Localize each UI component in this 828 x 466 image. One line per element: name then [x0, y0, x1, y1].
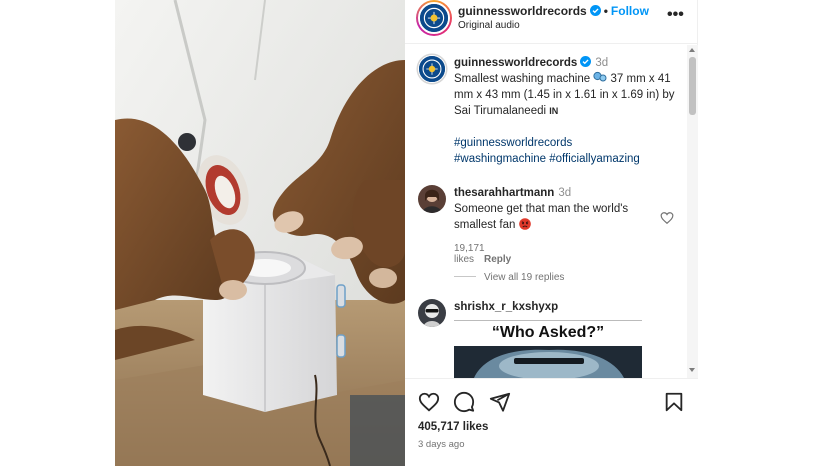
separator-dot: •: [603, 4, 608, 18]
header-username[interactable]: guinnessworldrecords: [458, 4, 587, 18]
video-frame-image: [115, 0, 405, 466]
scrollbar-thumb[interactable]: [689, 57, 696, 115]
post-timestamp[interactable]: 3 days ago: [418, 439, 464, 450]
story-ring[interactable]: [416, 0, 452, 36]
comment-text: shrishx_r_kxshyxp: [454, 299, 649, 315]
follow-button[interactable]: Follow: [611, 4, 649, 18]
comment-like-heart-icon[interactable]: [660, 211, 674, 225]
scroll-down-icon[interactable]: [689, 368, 695, 372]
verified-badge-icon: [580, 56, 592, 67]
audio-label[interactable]: Original audio: [458, 20, 520, 31]
caption-body-start: Smallest washing machine: [454, 73, 594, 85]
commenter-photo: [418, 299, 446, 327]
hashtag-line-2[interactable]: #washingmachine #officiallyamazing: [454, 153, 640, 165]
meme-caption: “Who Asked?”: [491, 324, 605, 341]
post-side-panel: guinnessworldrecords • Follow Original aud…: [405, 0, 698, 466]
hashtag-line-1[interactable]: #guinnessworldrecords: [454, 137, 572, 149]
header-username-row: guinnessworldrecords • Follow: [458, 4, 649, 18]
comment-meta: 19,171 likes Reply: [454, 243, 521, 265]
comment-text: thesarahhartmann 3d Someone get that man …: [454, 185, 649, 233]
post-actions: 405,717 likes 3 days ago: [405, 378, 698, 466]
more-options-icon[interactable]: •••: [667, 6, 684, 24]
comment-likes[interactable]: 19,171 likes: [454, 243, 485, 265]
comments-list[interactable]: guinnessworldrecords 3d Smallest washing …: [405, 45, 687, 378]
bubbles-emoji-icon: [593, 71, 607, 82]
comment-bubble-icon[interactable]: [453, 391, 475, 413]
comment-meme-image[interactable]: “Who Asked?”: [454, 318, 642, 378]
angry-emoji-icon: [518, 218, 531, 230]
meme-top-border: [454, 320, 642, 321]
replies-divider-line: [454, 276, 476, 277]
comments-scrollbar[interactable]: [687, 45, 698, 378]
guinness-logo-icon: [420, 4, 448, 32]
view-replies[interactable]: View all 19 replies: [454, 272, 564, 283]
view-replies-label[interactable]: View all 19 replies: [484, 272, 564, 283]
post-likes-count[interactable]: 405,717 likes: [418, 421, 488, 433]
meme-picture: [454, 346, 642, 378]
commenter-username[interactable]: thesarahhartmann: [454, 187, 554, 199]
scroll-up-icon[interactable]: [689, 48, 695, 52]
commenter-avatar[interactable]: [418, 299, 446, 327]
instagram-post-page: guinnessworldrecords • Follow Original aud…: [0, 0, 828, 466]
commenter-avatar[interactable]: [418, 185, 446, 213]
guinness-logo-icon: [419, 56, 445, 82]
caption-text: guinnessworldrecords 3d Smallest washing …: [454, 55, 684, 167]
share-paper-plane-icon[interactable]: [489, 391, 511, 413]
caption-time[interactable]: 3d: [595, 57, 608, 69]
save-bookmark-icon[interactable]: [663, 391, 685, 413]
author-avatar[interactable]: [418, 2, 450, 34]
india-flag-icon: IN: [549, 106, 559, 116]
verified-badge-icon: [589, 5, 601, 16]
caption-username[interactable]: guinnessworldrecords: [454, 57, 577, 69]
post-header: guinnessworldrecords • Follow Original aud…: [405, 0, 698, 44]
commenter-username[interactable]: shrishx_r_kxshyxp: [454, 301, 558, 313]
reply-button[interactable]: Reply: [484, 254, 511, 265]
caption-avatar[interactable]: [418, 55, 446, 83]
like-heart-icon[interactable]: [418, 391, 440, 413]
commenter-photo: [418, 185, 446, 213]
comment-time[interactable]: 3d: [558, 187, 571, 199]
comment-body: Someone get that man the world's smalles…: [454, 203, 629, 231]
post-video[interactable]: [115, 0, 405, 466]
